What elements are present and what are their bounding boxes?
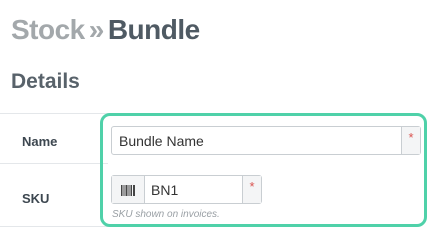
breadcrumb-separator: » xyxy=(88,14,105,45)
sku-field-value: BN1 xyxy=(151,182,179,198)
name-field-value: Bundle Name xyxy=(119,133,204,149)
page-header: Stock» Bundle xyxy=(11,14,200,46)
row-divider xyxy=(0,163,108,164)
sku-field[interactable]: BN1 * xyxy=(111,175,262,204)
sku-help-text: SKU shown on invoices. xyxy=(112,209,220,220)
row-divider xyxy=(0,226,108,227)
section-title: Details xyxy=(11,70,80,93)
page-title: Bundle xyxy=(107,14,200,45)
name-required-marker: * xyxy=(401,127,420,154)
barcode-icon xyxy=(112,176,145,203)
breadcrumb-stock[interactable]: Stock xyxy=(11,14,85,45)
name-label: Name xyxy=(22,134,58,149)
name-field[interactable]: Bundle Name * xyxy=(111,126,421,155)
row-divider xyxy=(0,113,108,114)
sku-label: SKU xyxy=(22,191,50,206)
sku-required-marker: * xyxy=(242,176,261,203)
